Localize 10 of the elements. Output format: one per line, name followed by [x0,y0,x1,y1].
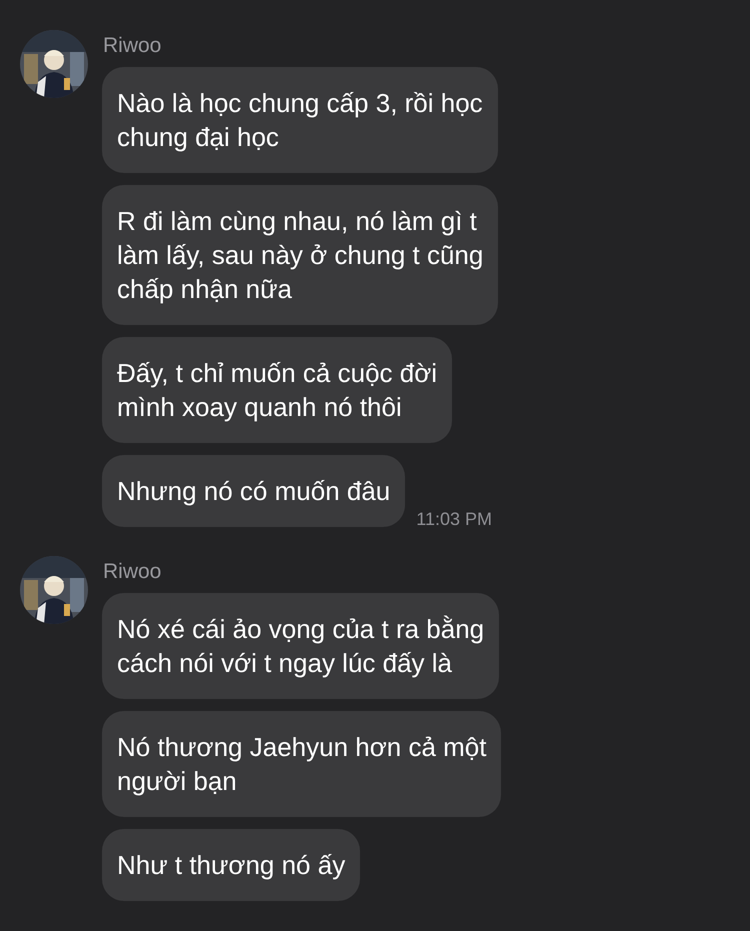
message-bubble: Nhưng nó có muốn đâu [102,455,406,527]
message-bubble: Nó xé cái ảo vọng của t ra bằng cách nói với t ngay lúc đấy là [102,593,500,699]
sender-name: Riwoo [103,33,162,59]
timestamp: 11:03 PM [416,508,492,531]
message-bubble: Như t thương nó ấy [102,829,360,901]
sender-name: Riwoo [103,559,162,585]
message-bubble: Nào là học chung cấp 3, rồi học chung đại học [102,67,498,173]
message-bubble: Đấy, t chỉ muốn cả cuộc đời mình xoay quanh nó thôi [102,337,452,443]
message-bubble: Nó thương Jaehyun hơn cả một người bạn [102,711,502,817]
message-bubble: R đi làm cùng nhau, nó làm gì t làm lấy, sau này ở chung t cũng chấp nhận nữa [102,185,498,325]
